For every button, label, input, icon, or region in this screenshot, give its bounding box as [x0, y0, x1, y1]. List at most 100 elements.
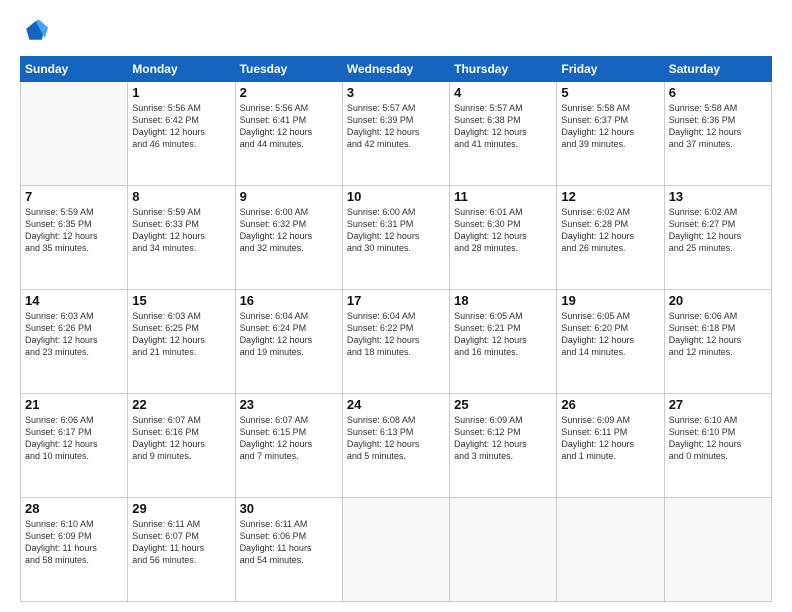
calendar-table: SundayMondayTuesdayWednesdayThursdayFrid…	[20, 56, 772, 602]
calendar-cell: 21 Sunrise: 6:06 AM Sunset: 6:17 PM Dayli…	[21, 394, 128, 498]
day-info: Sunrise: 6:07 AM Sunset: 6:16 PM Dayligh…	[132, 414, 230, 463]
day-info: Sunrise: 6:10 AM Sunset: 6:09 PM Dayligh…	[25, 518, 123, 567]
day-number: 7	[25, 189, 123, 204]
day-info: Sunrise: 6:10 AM Sunset: 6:10 PM Dayligh…	[669, 414, 767, 463]
day-number: 14	[25, 293, 123, 308]
day-number: 21	[25, 397, 123, 412]
day-info: Sunrise: 6:05 AM Sunset: 6:20 PM Dayligh…	[561, 310, 659, 359]
calendar-cell: 8 Sunrise: 5:59 AM Sunset: 6:33 PM Daylig…	[128, 186, 235, 290]
day-number: 18	[454, 293, 552, 308]
calendar-cell: 3 Sunrise: 5:57 AM Sunset: 6:39 PM Daylig…	[342, 82, 449, 186]
day-number: 25	[454, 397, 552, 412]
calendar-cell	[21, 82, 128, 186]
calendar-cell: 6 Sunrise: 5:58 AM Sunset: 6:36 PM Daylig…	[664, 82, 771, 186]
calendar-cell: 1 Sunrise: 5:56 AM Sunset: 6:42 PM Daylig…	[128, 82, 235, 186]
day-info: Sunrise: 6:00 AM Sunset: 6:32 PM Dayligh…	[240, 206, 338, 255]
day-number: 8	[132, 189, 230, 204]
day-info: Sunrise: 6:04 AM Sunset: 6:24 PM Dayligh…	[240, 310, 338, 359]
calendar-cell: 14 Sunrise: 6:03 AM Sunset: 6:26 PM Dayli…	[21, 290, 128, 394]
day-info: Sunrise: 6:11 AM Sunset: 6:07 PM Dayligh…	[132, 518, 230, 567]
calendar-cell: 22 Sunrise: 6:07 AM Sunset: 6:16 PM Dayli…	[128, 394, 235, 498]
calendar-cell: 16 Sunrise: 6:04 AM Sunset: 6:24 PM Dayli…	[235, 290, 342, 394]
calendar-cell: 9Sunrise: 6:00 AM Sunset: 6:32 PM Daylig…	[235, 186, 342, 290]
calendar-cell: 12 Sunrise: 6:02 AM Sunset: 6:28 PM Dayli…	[557, 186, 664, 290]
calendar-cell: 26Sunrise: 6:09 AM Sunset: 6:11 PM Dayli…	[557, 394, 664, 498]
calendar-cell	[557, 498, 664, 602]
calendar-day-header: Thursday	[450, 57, 557, 82]
day-info: Sunrise: 6:05 AM Sunset: 6:21 PM Dayligh…	[454, 310, 552, 359]
day-number: 2	[240, 85, 338, 100]
day-number: 29	[132, 501, 230, 516]
day-info: Sunrise: 6:07 AM Sunset: 6:15 PM Dayligh…	[240, 414, 338, 463]
day-number: 15	[132, 293, 230, 308]
day-info: Sunrise: 5:59 AM Sunset: 6:35 PM Dayligh…	[25, 206, 123, 255]
day-info: Sunrise: 6:06 AM Sunset: 6:17 PM Dayligh…	[25, 414, 123, 463]
calendar-cell	[450, 498, 557, 602]
day-number: 16	[240, 293, 338, 308]
day-number: 4	[454, 85, 552, 100]
calendar-week-row: 7 Sunrise: 5:59 AM Sunset: 6:35 PM Daylig…	[21, 186, 772, 290]
calendar-cell: 20Sunrise: 6:06 AM Sunset: 6:18 PM Dayli…	[664, 290, 771, 394]
calendar-cell	[342, 498, 449, 602]
day-number: 19	[561, 293, 659, 308]
day-info: Sunrise: 5:57 AM Sunset: 6:39 PM Dayligh…	[347, 102, 445, 151]
day-number: 1	[132, 85, 230, 100]
calendar-cell: 30Sunrise: 6:11 AM Sunset: 6:06 PM Dayli…	[235, 498, 342, 602]
calendar-cell: 23 Sunrise: 6:07 AM Sunset: 6:15 PM Dayli…	[235, 394, 342, 498]
logo	[20, 18, 52, 46]
day-number: 13	[669, 189, 767, 204]
header	[20, 18, 772, 46]
day-info: Sunrise: 6:02 AM Sunset: 6:28 PM Dayligh…	[561, 206, 659, 255]
day-info: Sunrise: 6:03 AM Sunset: 6:25 PM Dayligh…	[132, 310, 230, 359]
calendar-day-header: Friday	[557, 57, 664, 82]
day-number: 30	[240, 501, 338, 516]
calendar-cell: 10 Sunrise: 6:00 AM Sunset: 6:31 PM Dayli…	[342, 186, 449, 290]
calendar-day-header: Monday	[128, 57, 235, 82]
day-number: 6	[669, 85, 767, 100]
day-number: 26	[561, 397, 659, 412]
calendar-cell: 15 Sunrise: 6:03 AM Sunset: 6:25 PM Dayli…	[128, 290, 235, 394]
calendar-day-header: Wednesday	[342, 57, 449, 82]
calendar-cell: 27 Sunrise: 6:10 AM Sunset: 6:10 PM Dayli…	[664, 394, 771, 498]
calendar-cell: 17 Sunrise: 6:04 AM Sunset: 6:22 PM Dayli…	[342, 290, 449, 394]
day-info: Sunrise: 6:04 AM Sunset: 6:22 PM Dayligh…	[347, 310, 445, 359]
day-info: Sunrise: 5:58 AM Sunset: 6:37 PM Dayligh…	[561, 102, 659, 151]
page: SundayMondayTuesdayWednesdayThursdayFrid…	[0, 0, 792, 612]
day-info: Sunrise: 5:56 AM Sunset: 6:42 PM Dayligh…	[132, 102, 230, 151]
day-info: Sunrise: 5:56 AM Sunset: 6:41 PM Dayligh…	[240, 102, 338, 151]
day-number: 22	[132, 397, 230, 412]
day-info: Sunrise: 5:57 AM Sunset: 6:38 PM Dayligh…	[454, 102, 552, 151]
day-number: 11	[454, 189, 552, 204]
calendar-cell: 11 Sunrise: 6:01 AM Sunset: 6:30 PM Dayli…	[450, 186, 557, 290]
calendar-cell: 13 Sunrise: 6:02 AM Sunset: 6:27 PM Dayli…	[664, 186, 771, 290]
day-info: Sunrise: 6:01 AM Sunset: 6:30 PM Dayligh…	[454, 206, 552, 255]
day-number: 17	[347, 293, 445, 308]
calendar-cell: 18 Sunrise: 6:05 AM Sunset: 6:21 PM Dayli…	[450, 290, 557, 394]
calendar-cell	[664, 498, 771, 602]
calendar-week-row: 1 Sunrise: 5:56 AM Sunset: 6:42 PM Daylig…	[21, 82, 772, 186]
day-info: Sunrise: 6:02 AM Sunset: 6:27 PM Dayligh…	[669, 206, 767, 255]
day-number: 24	[347, 397, 445, 412]
calendar-cell: 19 Sunrise: 6:05 AM Sunset: 6:20 PM Dayli…	[557, 290, 664, 394]
calendar-week-row: 21 Sunrise: 6:06 AM Sunset: 6:17 PM Dayli…	[21, 394, 772, 498]
calendar-cell: 24Sunrise: 6:08 AM Sunset: 6:13 PM Dayli…	[342, 394, 449, 498]
day-info: Sunrise: 5:58 AM Sunset: 6:36 PM Dayligh…	[669, 102, 767, 151]
day-info: Sunrise: 6:09 AM Sunset: 6:12 PM Dayligh…	[454, 414, 552, 463]
calendar-cell: 25 Sunrise: 6:09 AM Sunset: 6:12 PM Dayli…	[450, 394, 557, 498]
day-info: Sunrise: 6:03 AM Sunset: 6:26 PM Dayligh…	[25, 310, 123, 359]
day-number: 12	[561, 189, 659, 204]
day-number: 27	[669, 397, 767, 412]
calendar-cell: 29 Sunrise: 6:11 AM Sunset: 6:07 PM Dayli…	[128, 498, 235, 602]
day-info: Sunrise: 6:00 AM Sunset: 6:31 PM Dayligh…	[347, 206, 445, 255]
calendar-week-row: 28 Sunrise: 6:10 AM Sunset: 6:09 PM Dayli…	[21, 498, 772, 602]
day-info: Sunrise: 5:59 AM Sunset: 6:33 PM Dayligh…	[132, 206, 230, 255]
calendar-day-header: Sunday	[21, 57, 128, 82]
day-number: 10	[347, 189, 445, 204]
day-number: 5	[561, 85, 659, 100]
day-number: 23	[240, 397, 338, 412]
calendar-day-header: Saturday	[664, 57, 771, 82]
calendar-cell: 4 Sunrise: 5:57 AM Sunset: 6:38 PM Daylig…	[450, 82, 557, 186]
day-number: 3	[347, 85, 445, 100]
day-number: 28	[25, 501, 123, 516]
logo-icon	[20, 18, 48, 46]
